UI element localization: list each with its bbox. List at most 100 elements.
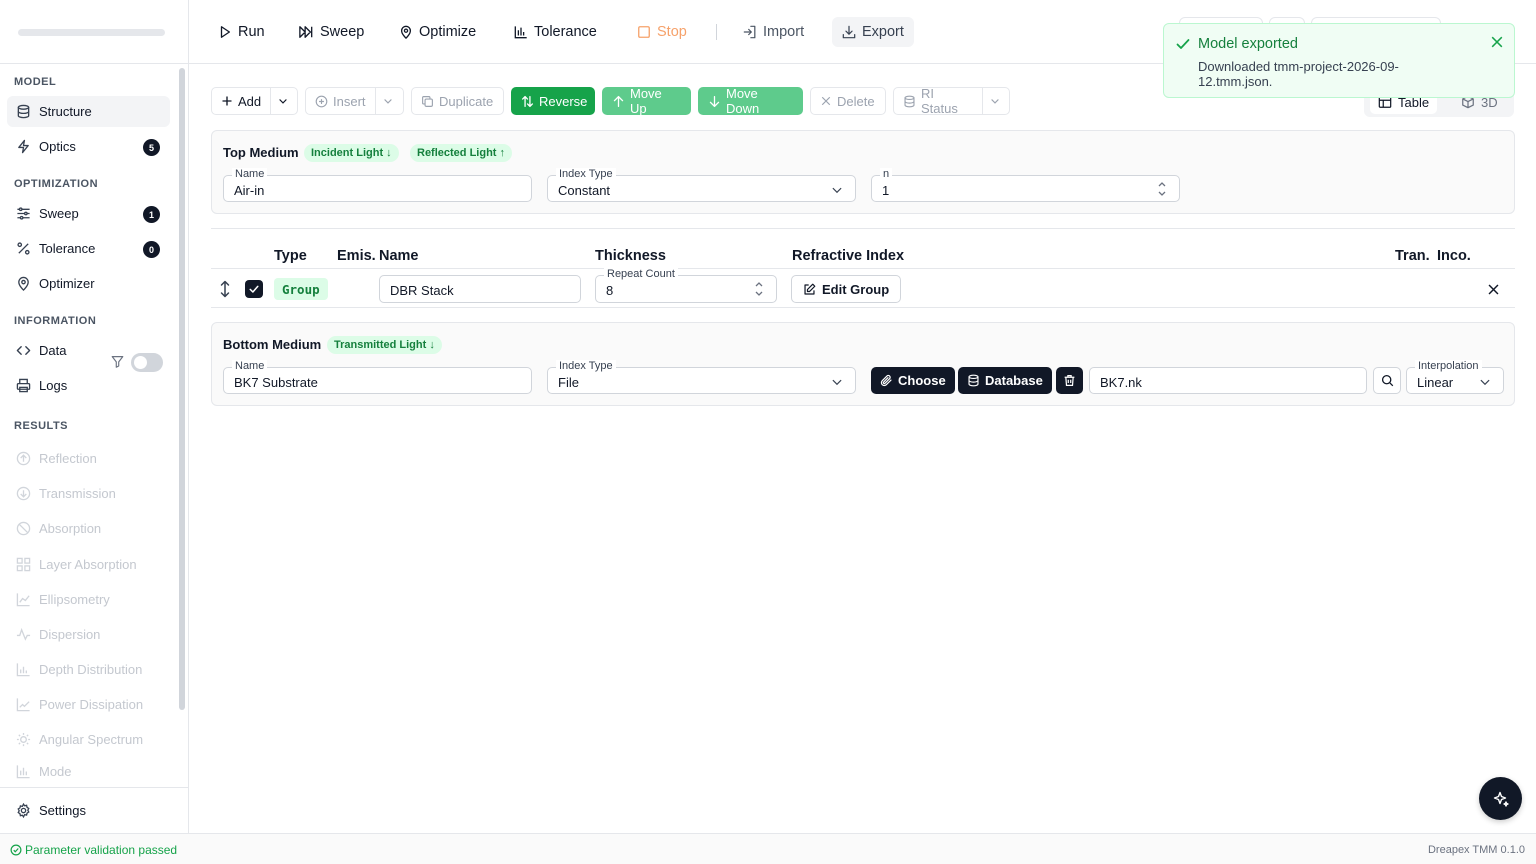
paperclip-icon (880, 374, 893, 387)
sidebar-item-dispersion[interactable]: Dispersion (7, 619, 170, 650)
results-filter-toggle[interactable] (131, 353, 163, 372)
sidebar-item-optimizer[interactable]: Optimizer (7, 268, 170, 299)
stop-button[interactable]: Stop (627, 17, 697, 47)
optimize-button[interactable]: Optimize (389, 17, 486, 47)
line-chart-icon (15, 592, 31, 608)
database-button[interactable]: Database (958, 367, 1052, 394)
stepper-arrows-icon[interactable] (754, 279, 764, 299)
export-toast: Model exported Downloaded tmm-project-20… (1163, 23, 1515, 98)
index-file-input[interactable]: BK7.nk (1089, 367, 1367, 394)
transmitted-light-chip: Transmitted Light ↓ (327, 336, 442, 354)
sidebar-item-logs[interactable]: Logs (7, 370, 170, 401)
sidebar-item-depth-distribution[interactable]: Depth Distribution (7, 654, 170, 685)
grid-icon (15, 557, 31, 573)
sidebar-item-reflection[interactable]: Reflection (7, 443, 170, 474)
top-medium-name-field[interactable]: Name Air-in (223, 168, 532, 202)
export-button[interactable]: Export (832, 17, 914, 47)
activity-icon (15, 627, 31, 643)
bottom-medium-name-field[interactable]: Name BK7 Substrate (223, 360, 532, 394)
chevron-down-icon (989, 95, 1001, 107)
chevron-down-icon (1479, 376, 1491, 388)
move-up-button[interactable]: Move Up (602, 86, 691, 116)
sidebar-item-optics[interactable]: Optics 5 (7, 131, 170, 162)
search-file-button[interactable] (1373, 367, 1401, 394)
sidebar-item-settings[interactable]: Settings (7, 795, 170, 826)
sweep-button[interactable]: Sweep (288, 17, 374, 47)
search-icon (1381, 374, 1394, 387)
bottom-medium-index-type-select[interactable]: Index Type File (547, 360, 856, 394)
insert-dropdown-button[interactable] (375, 87, 404, 115)
delete-button[interactable]: Delete (810, 87, 886, 115)
stop-square-icon (637, 25, 651, 39)
drag-handle-icon[interactable] (218, 280, 232, 298)
interpolation-select[interactable]: Interpolation Linear (1406, 360, 1504, 394)
repeat-count-stepper[interactable]: Repeat Count 8 (595, 268, 777, 303)
sidebar-item-label: Optics (39, 139, 76, 154)
top-medium-card: Top Medium Incident Light ↓ Reflected Li… (211, 130, 1515, 214)
clear-file-button[interactable] (1056, 367, 1083, 394)
database-label: Database (985, 373, 1043, 388)
edit-group-button[interactable]: Edit Group (791, 275, 902, 303)
sidebar-item-ellipsometry[interactable]: Ellipsometry (7, 584, 170, 615)
sidebar-item-tolerance[interactable]: Tolerance 0 (7, 233, 170, 264)
incident-light-chip: Incident Light ↓ (304, 144, 399, 162)
sidebar-item-structure[interactable]: Structure (7, 96, 170, 127)
column-chart-icon (15, 763, 31, 779)
swap-vertical-icon (521, 95, 534, 108)
tolerance-button[interactable]: Tolerance (504, 17, 607, 47)
plus-circle-icon (315, 95, 328, 108)
section-label-results: RESULTS (14, 420, 69, 432)
table-top-divider (211, 228, 1515, 229)
status-bar: Parameter validation passed Dreapex TMM … (0, 833, 1536, 864)
stepper-arrows-icon[interactable] (1157, 179, 1167, 199)
insert-button[interactable]: Insert (305, 87, 376, 115)
delete-label: Delete (837, 93, 875, 109)
layer-type-badge: Group (274, 278, 328, 300)
top-medium-n-stepper[interactable]: n 1 (871, 168, 1180, 202)
sidebar-item-mode[interactable]: Mode (7, 759, 170, 783)
tolerance-label: Tolerance (534, 24, 597, 40)
close-icon[interactable] (1490, 35, 1504, 49)
choose-file-button[interactable]: Choose (871, 367, 955, 394)
filter-icon[interactable] (111, 355, 124, 368)
sidebar-item-sweep[interactable]: Sweep 1 (7, 198, 170, 229)
check-circle-icon (10, 844, 22, 856)
sweep-count-badge: 1 (143, 206, 160, 223)
sidebar-item-transmission[interactable]: Transmission (7, 478, 170, 509)
layer-name-input[interactable]: DBR Stack (379, 275, 581, 303)
ai-assistant-button[interactable] (1479, 777, 1522, 820)
sidebar-item-label: Optimizer (39, 276, 95, 291)
field-value: Air-in (234, 183, 265, 198)
sidebar-item-layer-absorption[interactable]: Layer Absorption (7, 549, 170, 580)
add-dropdown-button[interactable] (270, 87, 298, 115)
arrow-down-circle-icon (15, 486, 31, 502)
remove-row-icon[interactable] (1487, 283, 1500, 296)
sidebar-item-absorption[interactable]: Absorption (7, 513, 170, 544)
sliders-icon (15, 206, 31, 222)
field-value: DBR Stack (390, 283, 454, 298)
toolbar-divider (716, 24, 717, 40)
sidebar-item-label: Depth Distribution (39, 662, 143, 677)
duplicate-button[interactable]: Duplicate (411, 87, 504, 115)
sidebar-item-power-dissipation[interactable]: Power Dissipation (7, 689, 170, 720)
check-icon (248, 283, 260, 295)
app-version: Dreapex TMM 0.1.0 (1427, 844, 1525, 856)
reflected-light-chip: Reflected Light ↑ (410, 144, 513, 162)
lightning-icon (15, 139, 31, 155)
section-label-information: INFORMATION (14, 315, 97, 327)
add-button[interactable]: Add (211, 87, 271, 115)
import-button[interactable]: Import (733, 17, 814, 47)
sidebar-scrollbar[interactable] (179, 68, 185, 710)
ri-status-button[interactable]: RI Status (893, 86, 983, 116)
sidebar-item-label: Power Dissipation (39, 697, 144, 712)
run-button[interactable]: Run (208, 17, 275, 47)
sidebar-item-angular-spectrum[interactable]: Angular Spectrum (7, 724, 170, 755)
reverse-button[interactable]: Reverse (511, 87, 595, 115)
database-icon (15, 104, 31, 120)
ri-status-dropdown-button[interactable] (982, 87, 1010, 115)
move-down-button[interactable]: Move Down (698, 86, 803, 116)
field-label: n (880, 168, 893, 180)
sidebar-item-label: Tolerance (39, 241, 96, 256)
top-medium-index-type-select[interactable]: Index Type Constant (547, 168, 856, 202)
row-checkbox[interactable] (245, 280, 263, 298)
